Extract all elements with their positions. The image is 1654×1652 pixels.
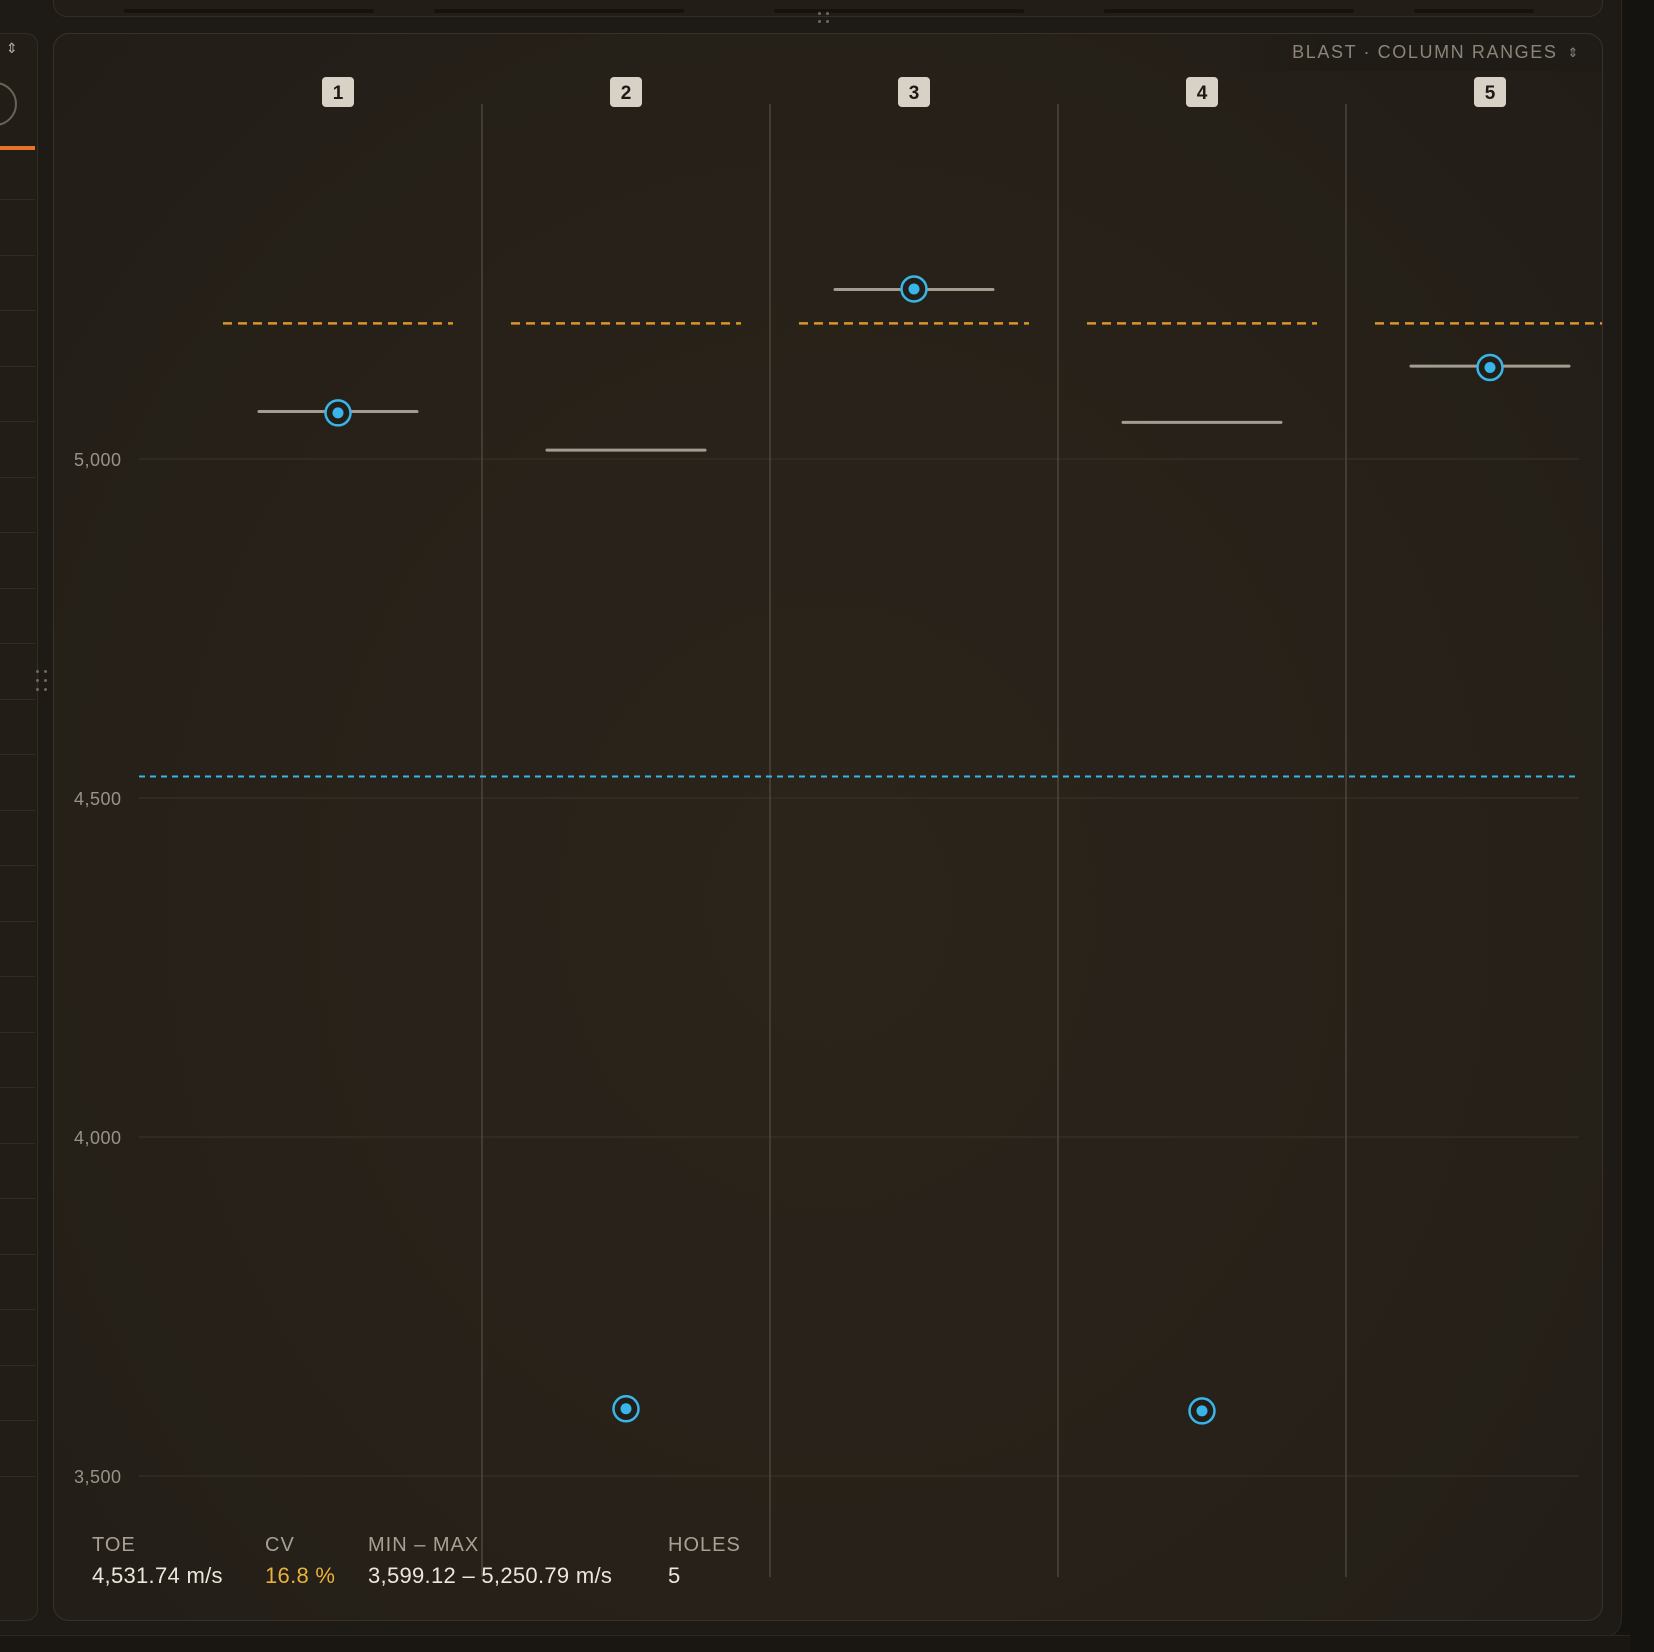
sidebar-row-divider [0, 476, 35, 478]
stats-footer: TOE 4,531.74 m/s CV 16.8 % MIN – MAX 3,5… [54, 1534, 954, 1604]
stat-holes: HOLES 5 [668, 1534, 741, 1589]
column-badge-label: 1 [333, 83, 344, 104]
sidebar-row-divider [0, 754, 35, 755]
data-point [1484, 361, 1496, 373]
stat-holes-value: 5 [668, 1563, 681, 1588]
data-point [1196, 1405, 1208, 1417]
top-panel-shadow [434, 9, 684, 13]
sidebar-row-divider [0, 1142, 35, 1144]
stat-cv: CV 16.8 % [265, 1534, 335, 1589]
stat-min-max-label: MIN – MAX [368, 1534, 480, 1556]
top-panel-shadow [774, 9, 1024, 13]
y-tick-label: 3,500 [74, 1467, 122, 1487]
column-badge-label: 2 [621, 83, 632, 104]
sort-chevron-icon[interactable]: ⇕ [6, 40, 18, 57]
stat-min-max-value: 3,599.12 – 5,250.79 m/s [368, 1563, 613, 1588]
data-point [908, 283, 920, 295]
sidebar-row-divider [0, 1309, 35, 1310]
top-panel-shadow [1104, 9, 1354, 13]
sidebar-row-divider [0, 865, 35, 866]
column-badge-label: 3 [909, 83, 920, 104]
stat-cv-label: CV [265, 1534, 295, 1556]
app-root: ⇕ BLAST · COLUMN RANGES ⇕ 5,000 4,500 4,00… [0, 0, 1654, 1652]
sidebar-row-divider [0, 1475, 35, 1477]
stat-cv-value: 16.8 % [265, 1563, 336, 1588]
stat-toe: TOE 4,531.74 m/s [92, 1534, 223, 1589]
data-point [620, 1403, 632, 1415]
sidebar-row-divider [0, 1364, 35, 1366]
left-sidebar-panel: ⇕ [0, 33, 38, 1621]
sidebar-row-divider [0, 1087, 35, 1088]
top-panel-shadow [124, 9, 374, 13]
sidebar-row-divider [0, 310, 35, 311]
vertical-resize-handle[interactable] [818, 12, 834, 26]
sidebar-row-divider [0, 1420, 35, 1421]
active-row-indicator [0, 146, 35, 150]
sidebar-row-divider [0, 587, 35, 589]
sidebar-row-divider [0, 1198, 35, 1199]
sidebar-row-divider [0, 365, 35, 367]
sidebar-row-divider [0, 421, 35, 422]
stat-toe-value: 4,531.74 m/s [92, 1563, 223, 1588]
column-badge-label: 4 [1197, 83, 1208, 104]
stat-holes-label: HOLES [668, 1534, 741, 1556]
column-ranges-chart: 5,000 4,500 4,000 3,500 1 2 3 4 5 [74, 77, 1602, 1577]
sidebar-row-divider [0, 532, 35, 533]
column-ranges-panel: BLAST · COLUMN RANGES ⇕ 5,000 4,500 4,000 3… [53, 33, 1603, 1621]
top-panel-shadow [1414, 9, 1534, 13]
stat-toe-label: TOE [92, 1534, 136, 1556]
bottom-edge [0, 1635, 1630, 1652]
data-point [332, 407, 344, 419]
sidebar-row-divider [0, 809, 35, 811]
sidebar-row-divider [0, 1253, 35, 1255]
horizontal-resize-handle[interactable] [36, 670, 50, 696]
sidebar-row-divider [0, 1031, 35, 1033]
y-tick-label: 4,000 [74, 1128, 122, 1148]
sidebar-row-divider [0, 199, 35, 200]
toggle-button[interactable] [0, 82, 17, 126]
sidebar-row-divider [0, 698, 35, 700]
sidebar-row-divider [0, 643, 35, 644]
column-badge-label: 5 [1485, 83, 1496, 104]
sidebar-row-divider [0, 976, 35, 977]
sidebar-row-divider [0, 254, 35, 256]
stat-min-max: MIN – MAX 3,599.12 – 5,250.79 m/s [368, 1534, 612, 1589]
y-tick-label: 5,000 [74, 450, 122, 470]
y-tick-label: 4,500 [74, 789, 122, 809]
sidebar-row-divider [0, 920, 35, 922]
